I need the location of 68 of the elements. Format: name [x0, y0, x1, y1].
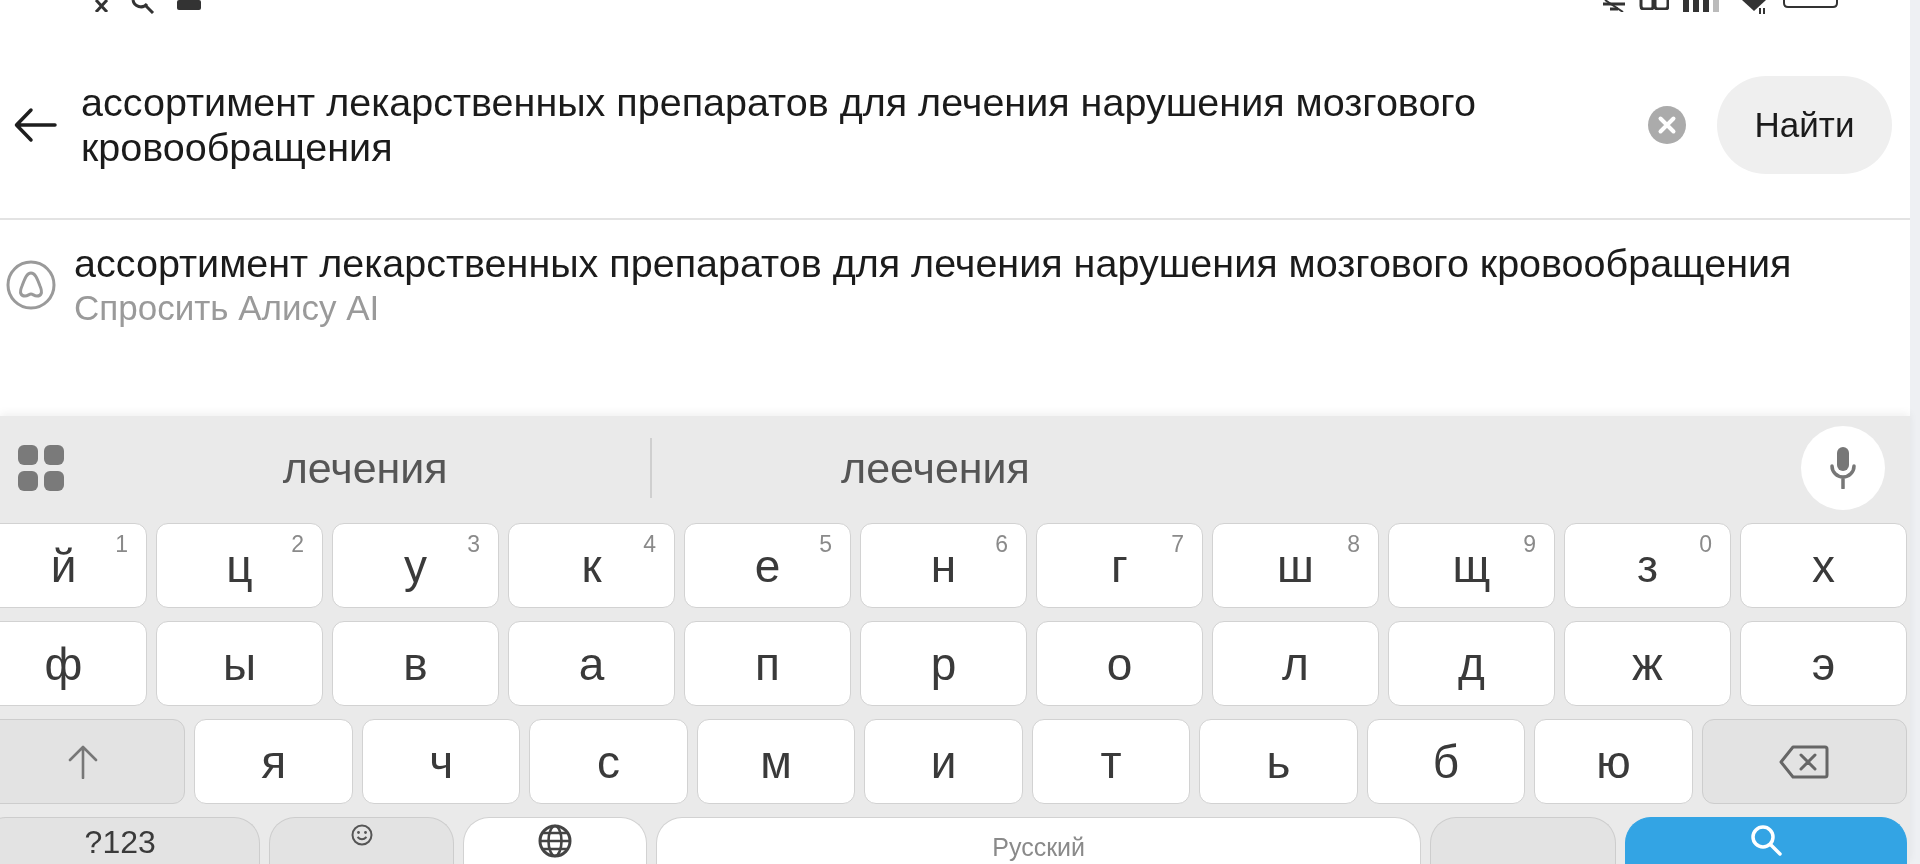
keyboard-key[interactable]: г 7: [1036, 523, 1203, 608]
keyboard-key[interactable]: и: [864, 719, 1023, 804]
keyboard-key[interactable]: б: [1366, 719, 1526, 804]
clear-icon[interactable]: [1648, 106, 1686, 144]
keyboard-key[interactable]: ш 8: [1212, 523, 1379, 608]
back-arrow-icon[interactable]: [13, 107, 57, 143]
key-number-hint: 5: [819, 532, 832, 556]
keyboard-key[interactable]: щ 9: [1388, 523, 1555, 608]
keyboard-key[interactable]: у 3: [332, 523, 499, 608]
key-number-hint: 3: [467, 532, 480, 556]
rounded-triangle-ring-icon: [6, 259, 56, 310]
microphone-icon: [1830, 447, 1856, 489]
key-number-hint: 6: [995, 532, 1008, 556]
keyboard-key[interactable]: п: [684, 621, 851, 706]
keyboard-key[interactable]: с: [529, 719, 688, 804]
muted-bell-icon: [1603, 0, 1625, 12]
cross-icon: [94, 0, 109, 12]
keyboard-key[interactable]: д: [1388, 621, 1555, 706]
keyboard-key[interactable]: р: [860, 621, 1027, 706]
keyboard-key[interactable]: о: [1036, 621, 1203, 706]
keyboard-key[interactable]: ч: [361, 719, 521, 804]
word-suggestion[interactable]: лечения: [282, 443, 448, 493]
keyboard-key[interactable]: ф: [0, 621, 147, 706]
keyboard-key[interactable]: в: [332, 621, 499, 706]
keyboard-key[interactable]: е 5: [684, 523, 851, 608]
suggestion-text[interactable]: ассортимент лекарственных препаратов для лечения нарушения мозгового кровообращения: [74, 241, 1792, 285]
keyboard-key[interactable]: з 0: [1564, 523, 1731, 608]
search-field[interactable]: ассортимент лекарственных препаратов для лечения нарушения мозгового кровообращения: [81, 80, 1620, 170]
keyboard-key[interactable]: ж: [1564, 621, 1731, 706]
keyboard-key[interactable]: ь: [1199, 719, 1358, 804]
keyboard-key[interactable]: к 4: [508, 523, 675, 608]
keyboard-key[interactable]: э: [1740, 621, 1907, 706]
symbols-key[interactable]: ?123: [0, 817, 261, 864]
keyboard-key[interactable]: й 1: [0, 523, 147, 608]
key-number-hint: 8: [1347, 532, 1360, 556]
keyboard-key[interactable]: м: [696, 719, 856, 804]
magnifier-icon: [131, 0, 155, 14]
smiley-icon: [350, 824, 373, 846]
search-button[interactable]: Найти: [1717, 76, 1892, 174]
key-number-hint: 1: [115, 532, 128, 556]
emoji-key[interactable]: [269, 817, 454, 864]
image-icon: [177, 0, 201, 10]
keyboard-key[interactable]: х: [1740, 523, 1907, 608]
key-number-hint: 0: [1699, 532, 1712, 556]
keyboard-key[interactable]: а: [508, 621, 675, 706]
word-suggestion[interactable]: леечения: [841, 443, 1030, 493]
language-key[interactable]: [462, 817, 648, 864]
arrow-up-icon: [67, 744, 98, 779]
key-number-hint: 2: [291, 532, 304, 556]
keyboard-key[interactable]: ю: [1534, 719, 1693, 804]
search-key[interactable]: [1625, 817, 1907, 864]
keyboard-key[interactable]: н 6: [860, 523, 1027, 608]
suggestion-subtitle: Спросить Алису AI: [74, 288, 381, 328]
sim-icon: [1639, 0, 1669, 10]
keyboard-key[interactable]: ы: [156, 621, 323, 706]
key-number-hint: 7: [1171, 532, 1184, 556]
keyboard-key[interactable]: ц 2: [156, 523, 323, 608]
grid-icon[interactable]: [18, 445, 64, 491]
key-number-hint: 9: [1523, 532, 1536, 556]
keyboard-key[interactable]: я: [194, 719, 353, 804]
globe-icon: [538, 824, 573, 858]
backspace-key[interactable]: [1701, 719, 1908, 804]
backspace-icon: [1779, 744, 1830, 779]
keyboard-key[interactable]: л: [1212, 621, 1379, 706]
keyboard-key[interactable]: т: [1031, 719, 1191, 804]
battery-icon: [1783, 0, 1838, 8]
key-number-hint: 4: [643, 532, 656, 556]
search-icon: [1750, 824, 1782, 856]
